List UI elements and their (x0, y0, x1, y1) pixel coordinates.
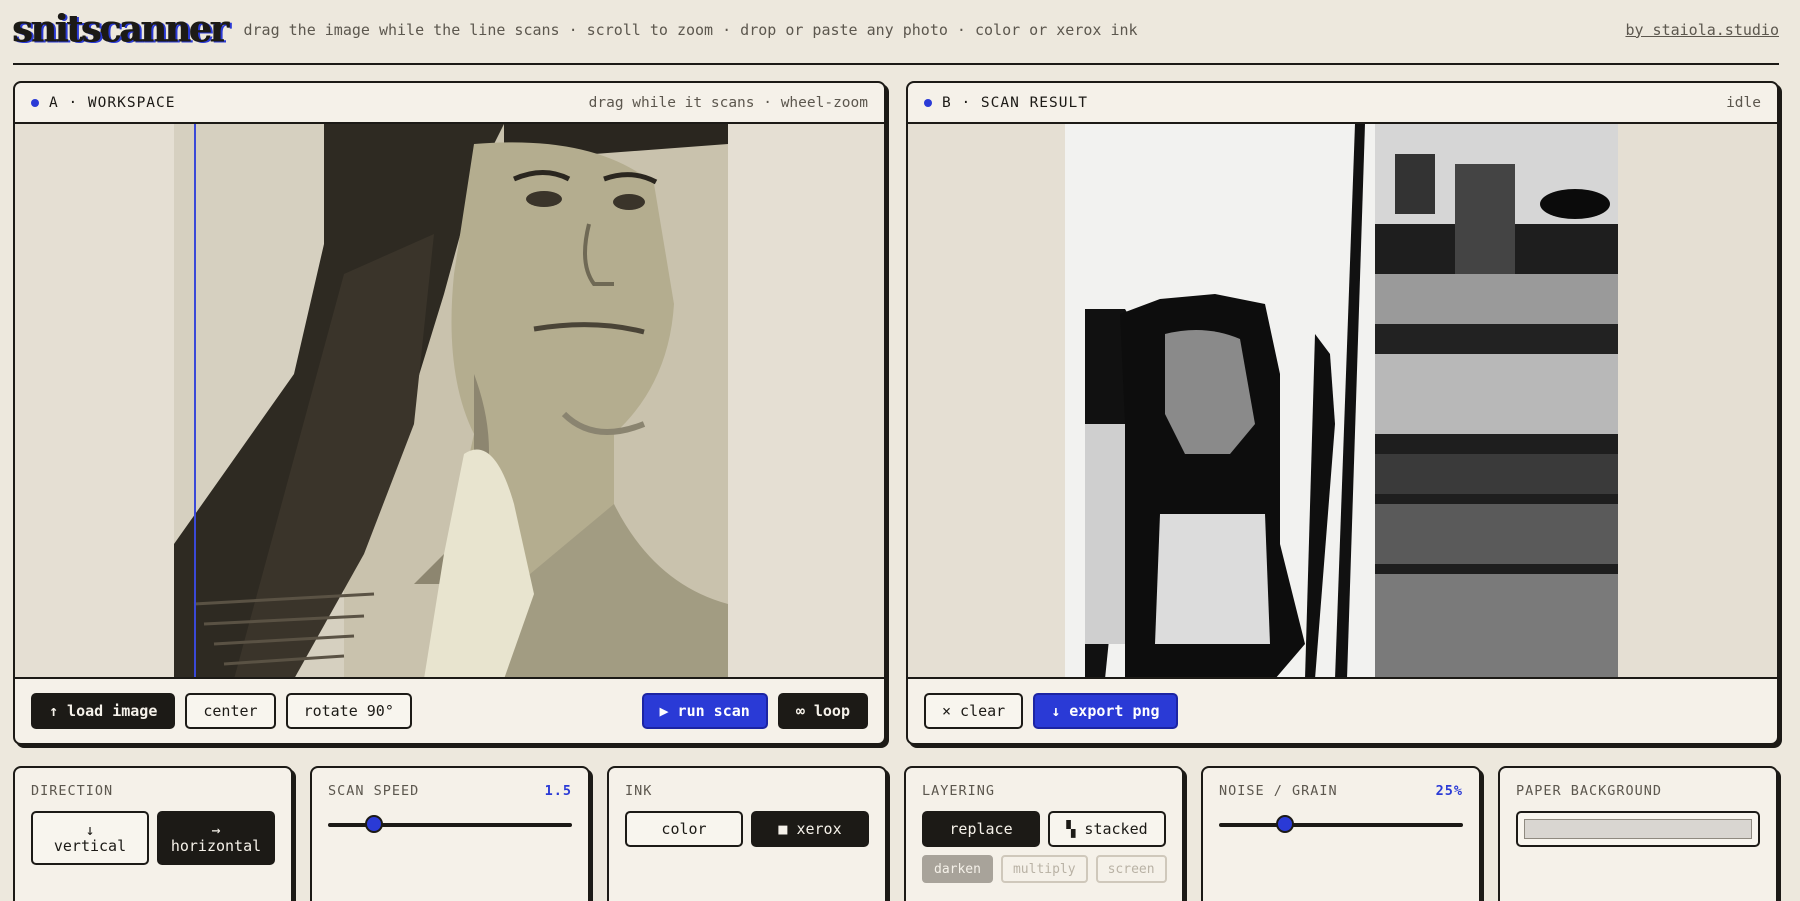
layering-label: LAYERING (922, 783, 996, 799)
direction-label: DIRECTION (31, 783, 114, 799)
direction-card: DIRECTION ↓ vertical → horizontal (13, 766, 293, 901)
scan-line (194, 124, 196, 677)
portrait-image (174, 124, 728, 677)
load-image-button[interactable]: ↑ load image (31, 693, 176, 729)
noise-card: NOISE / GRAIN 25% (1201, 766, 1481, 901)
ink-color-button[interactable]: color (625, 811, 743, 847)
app-logo: snitscanner (13, 6, 229, 51)
direction-vertical-button[interactable]: ↓ vertical (31, 811, 149, 865)
header: snitscanner drag the image while the lin… (13, 0, 1779, 65)
status-dot-icon (924, 98, 932, 107)
ink-label: INK (625, 783, 653, 799)
paper-color-picker[interactable] (1516, 811, 1760, 847)
center-button[interactable]: center (185, 693, 276, 729)
scan-speed-slider[interactable] (328, 815, 572, 833)
direction-vertical-label: vertical (53, 837, 127, 855)
layering-replace-button[interactable]: replace (922, 811, 1040, 847)
blend-multiply-chip[interactable]: multiply (1000, 855, 1088, 883)
direction-horizontal-label: horizontal (170, 837, 262, 855)
loop-button[interactable]: ∞ loop (777, 693, 868, 729)
result-toolbar: × clear ↓ export png (908, 679, 1777, 743)
result-panel: B · SCAN RESULT idle × clear ↓ export pn… (906, 81, 1779, 745)
layering-card: LAYERING replace ▚ stacked darken multip… (904, 766, 1184, 901)
workspace-title: A · WORKSPACE (49, 94, 176, 111)
result-canvas (908, 124, 1777, 679)
result-title: B · SCAN RESULT (942, 94, 1088, 111)
run-scan-button[interactable]: ▶ run scan (641, 693, 768, 729)
layering-stacked-button[interactable]: ▚ stacked (1048, 811, 1166, 847)
arrow-down-icon: ↓ (85, 821, 95, 839)
export-png-button[interactable]: ↓ export png (1033, 693, 1178, 729)
blend-screen-chip[interactable]: screen (1095, 855, 1167, 883)
scan-speed-label: SCAN SPEED (328, 783, 420, 799)
clear-button[interactable]: × clear (924, 693, 1024, 729)
scan-speed-value: 1.5 (544, 783, 572, 799)
scan-speed-card: SCAN SPEED 1.5 (310, 766, 590, 901)
blend-darken-chip[interactable]: darken (922, 855, 993, 883)
slitscan-render (1065, 124, 1618, 677)
status-dot-icon (31, 98, 39, 107)
ink-xerox-button[interactable]: ■ xerox (751, 811, 869, 847)
workspace-toolbar: ↑ load image center rotate 90° ▶ run sca… (15, 679, 884, 743)
noise-slider[interactable] (1219, 815, 1463, 833)
scan-speed-thumb[interactable] (365, 815, 384, 833)
result-header: B · SCAN RESULT idle (908, 83, 1777, 124)
noise-value: 25% (1435, 783, 1463, 799)
direction-horizontal-button[interactable]: → horizontal (157, 811, 275, 865)
arrow-right-icon: → (211, 821, 221, 839)
rotate-button[interactable]: rotate 90° (285, 693, 412, 729)
ink-card: INK color ■ xerox (607, 766, 887, 901)
workspace-hint: drag while it scans · wheel-zoom (588, 94, 868, 111)
workspace-canvas[interactable] (15, 124, 884, 679)
app-tagline: drag the image while the line scans · sc… (243, 20, 1138, 39)
noise-thumb[interactable] (1275, 815, 1294, 833)
paper-color-swatch (1524, 819, 1752, 839)
workspace-panel: A · WORKSPACE drag while it scans · whee… (13, 81, 886, 745)
source-photo[interactable] (174, 124, 728, 677)
scan-output-image (1065, 124, 1618, 677)
workspace-header: A · WORKSPACE drag while it scans · whee… (15, 83, 884, 124)
author-link[interactable]: by staiola.studio (1625, 21, 1779, 39)
result-status: idle (1726, 94, 1761, 111)
paper-background-card: PAPER BACKGROUND (1498, 766, 1778, 901)
paper-background-label: PAPER BACKGROUND (1516, 783, 1663, 799)
noise-label: NOISE / GRAIN (1219, 783, 1338, 799)
